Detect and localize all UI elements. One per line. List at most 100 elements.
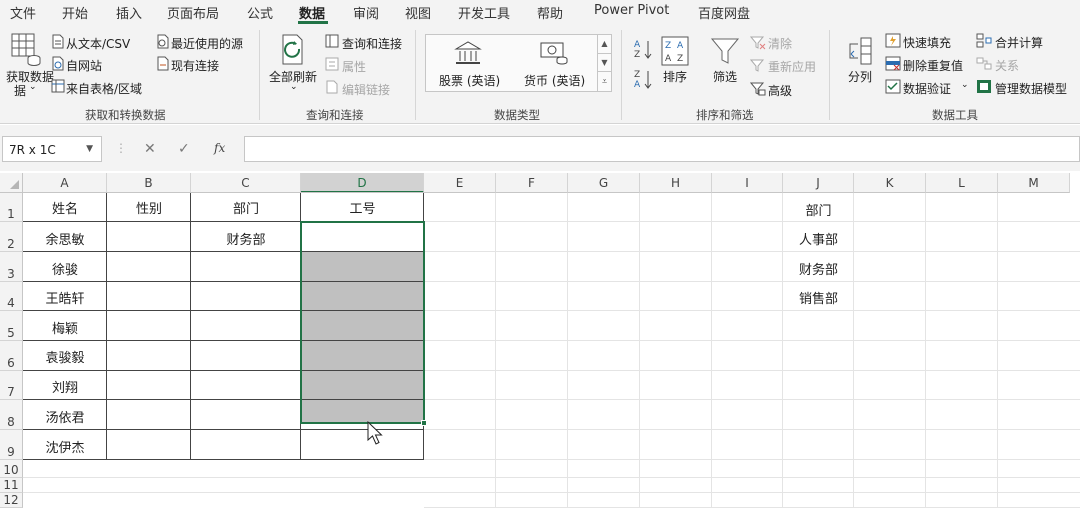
cell-c2[interactable]: 财务部 <box>191 229 301 248</box>
tab-page-layout[interactable]: 页面布局 <box>167 3 219 22</box>
svg-text:Z: Z <box>677 54 683 64</box>
ribbon-tab-bar: 文件 开始 插入 页面布局 公式 数据 审阅 视图 开发工具 帮助 Power … <box>0 0 1080 24</box>
row-header-3[interactable]: 3 <box>0 252 23 282</box>
row-header-4[interactable]: 4 <box>0 282 23 311</box>
select-all-corner[interactable] <box>0 173 23 193</box>
queries-connections-label: 查询和连接 <box>342 37 403 51</box>
cell-a4[interactable]: 王皓轩 <box>23 288 107 307</box>
column-header-d[interactable]: D <box>301 173 424 193</box>
column-header-e[interactable]: E <box>424 173 496 193</box>
tab-baidu-netdisk[interactable]: 百度网盘 <box>698 3 750 22</box>
row-header-7[interactable]: 7 <box>0 371 23 400</box>
column-header-f[interactable]: F <box>496 173 568 193</box>
tab-power-pivot[interactable]: Power Pivot <box>594 3 669 18</box>
svg-text:A: A <box>665 54 672 64</box>
gridline <box>997 193 998 508</box>
edit-links-icon <box>326 80 338 94</box>
cell-a5[interactable]: 梅颖 <box>23 318 107 337</box>
tab-file[interactable]: 文件 <box>10 3 36 22</box>
cell-j4[interactable]: 销售部 <box>783 288 854 307</box>
tab-view[interactable]: 视图 <box>405 3 431 22</box>
split-columns-icon <box>849 37 872 65</box>
column-header-b[interactable]: B <box>107 173 191 193</box>
name-box[interactable]: 7R x 1C ▼ <box>2 136 102 162</box>
cell-c1[interactable]: 部门 <box>191 198 301 217</box>
row-header-6[interactable]: 6 <box>0 341 23 371</box>
row-header-11[interactable]: 11 <box>0 478 23 493</box>
sort-ascending-icon: A Z <box>634 40 652 60</box>
row-header-1[interactable]: 1 <box>0 193 23 222</box>
tab-home[interactable]: 开始 <box>62 3 88 22</box>
web-page-icon <box>52 56 64 71</box>
column-header-l[interactable]: L <box>926 173 998 193</box>
chevron-down-icon[interactable]: ▼ <box>86 144 93 154</box>
name-box-value: 7R x 1C <box>9 143 56 157</box>
gridline <box>567 193 568 508</box>
row-header-10[interactable]: 10 <box>0 460 23 478</box>
row-header-9[interactable]: 9 <box>0 430 23 460</box>
svg-text:A: A <box>634 40 641 50</box>
cell-j2[interactable]: 人事部 <box>783 229 854 248</box>
formula-input[interactable] <box>244 136 1080 162</box>
column-header-j[interactable]: J <box>783 173 854 193</box>
cell-a8[interactable]: 汤依君 <box>23 407 107 426</box>
chevron-down-icon: ⌄ <box>290 82 298 92</box>
connection-file-icon <box>157 56 169 71</box>
column-header-c[interactable]: C <box>191 173 301 193</box>
gridline <box>711 193 712 508</box>
cancel-icon[interactable]: ✕ <box>144 141 156 157</box>
row-header-2[interactable]: 2 <box>0 222 23 252</box>
cell-a9[interactable]: 沈伊杰 <box>23 437 107 456</box>
gallery-scroll-up[interactable]: ▲ <box>597 35 611 53</box>
sort-descending-icon: Z A <box>634 70 652 90</box>
mouse-pointer-icon <box>367 421 383 445</box>
gridline <box>424 281 1080 282</box>
cell-d1[interactable]: 工号 <box>301 198 424 217</box>
column-header-m[interactable]: M <box>998 173 1070 193</box>
cell-j3[interactable]: 财务部 <box>783 259 854 278</box>
filter-label: 筛选 <box>713 70 738 84</box>
edit-links-label: 编辑链接 <box>342 83 391 97</box>
column-header-h[interactable]: H <box>640 173 712 193</box>
cell-a1[interactable]: 姓名 <box>23 198 107 217</box>
row-header-12[interactable]: 12 <box>0 493 23 508</box>
svg-text:A: A <box>634 80 641 90</box>
tab-help[interactable]: 帮助 <box>537 3 563 22</box>
cell-a2[interactable]: 余思敏 <box>23 229 107 248</box>
chevron-down-icon: ⌄ <box>29 82 37 92</box>
currency-icon <box>540 42 568 65</box>
svg-text:Z: Z <box>634 70 640 80</box>
column-header-i[interactable]: I <box>712 173 783 193</box>
tab-developer[interactable]: 开发工具 <box>458 3 510 22</box>
gridline <box>424 340 1080 341</box>
table-border <box>23 429 424 430</box>
text-file-icon <box>52 34 64 49</box>
gallery-scroll-down[interactable]: ▼ <box>597 53 611 71</box>
enter-check-icon[interactable]: ✓ <box>178 141 190 157</box>
gridline <box>424 459 1080 460</box>
tab-insert[interactable]: 插入 <box>116 3 142 22</box>
group-label-queries: 查询和连接 <box>306 108 364 122</box>
cell-a7[interactable]: 刘翔 <box>23 377 107 396</box>
cell-j1[interactable]: 部门 <box>783 200 854 219</box>
data-validation-label: 数据验证 <box>903 82 952 96</box>
existing-connections-label: 现有连接 <box>171 59 220 73</box>
gridline <box>424 492 1080 493</box>
cell-b1[interactable]: 性别 <box>107 198 191 217</box>
insert-function-icon[interactable]: fx <box>214 141 225 155</box>
cell-a6[interactable]: 袁骏毅 <box>23 347 107 366</box>
column-header-k[interactable]: K <box>854 173 926 193</box>
tab-review[interactable]: 审阅 <box>353 3 379 22</box>
column-header-g[interactable]: G <box>568 173 640 193</box>
tab-data[interactable]: 数据 <box>299 3 325 22</box>
row-header-5[interactable]: 5 <box>0 311 23 341</box>
fill-handle[interactable] <box>421 420 427 426</box>
column-header-a[interactable]: A <box>23 173 107 193</box>
tab-formulas[interactable]: 公式 <box>247 3 273 22</box>
cell-a3[interactable]: 徐骏 <box>23 259 107 278</box>
gallery-more[interactable]: ⩡ <box>597 71 611 91</box>
properties-label: 属性 <box>342 60 367 74</box>
filter-funnel-icon <box>710 38 740 64</box>
row-header-8[interactable]: 8 <box>0 400 23 430</box>
gridline <box>424 221 1080 222</box>
